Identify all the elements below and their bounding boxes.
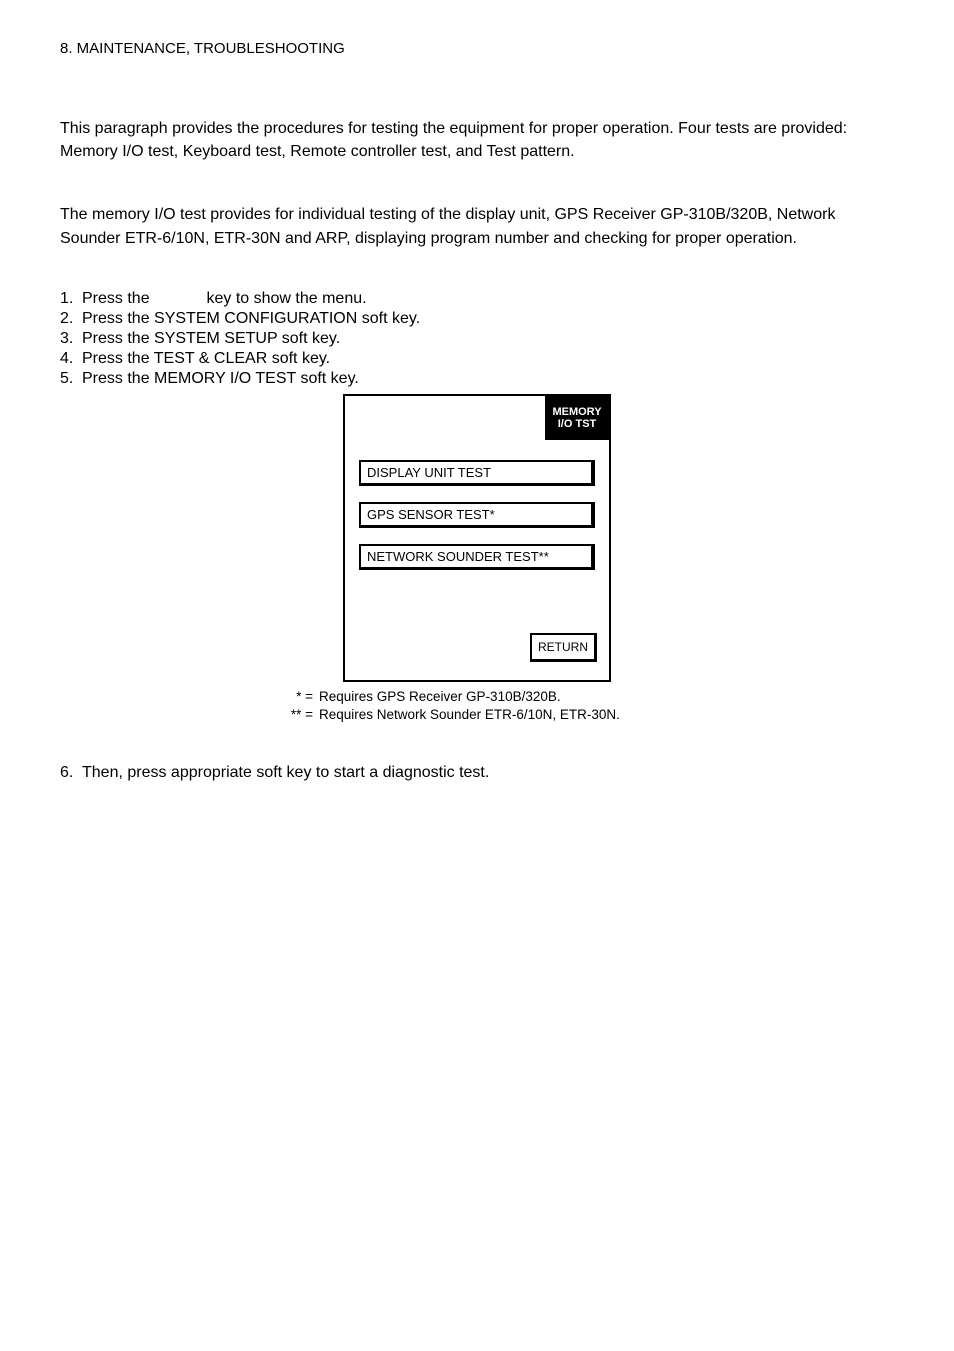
softkey-network-sounder-test[interactable]: NETWORK SOUNDER TEST** — [359, 544, 595, 570]
step-text: Press the SYSTEM SETUP soft key. — [82, 330, 340, 347]
step-text-pre: Press the — [82, 290, 154, 307]
list-item: 1.Press the key to show the menu. — [60, 290, 894, 308]
intro-paragraph: This paragraph provides the procedures f… — [60, 117, 894, 163]
footnote-text: Requires GPS Receiver GP-310B/320B. — [319, 688, 561, 706]
softkey-display-unit-test[interactable]: DISPLAY UNIT TEST — [359, 460, 595, 486]
footnote-symbol: ** = — [267, 706, 319, 724]
step-list: 1.Press the key to show the menu. 2.Pres… — [60, 290, 894, 388]
list-item: 2.Press the SYSTEM CONFIGURATION soft ke… — [60, 310, 894, 328]
step-text: Press the TEST & CLEAR soft key. — [82, 350, 330, 367]
step-number: 1. — [60, 290, 82, 308]
step-number: 3. — [60, 330, 82, 348]
footnote-row: * = Requires GPS Receiver GP-310B/320B. — [267, 688, 687, 706]
memio-paragraph: The memory I/O test provides for individ… — [60, 203, 894, 249]
title-line-1: MEMORY — [552, 406, 601, 418]
return-button[interactable]: RETURN — [530, 633, 597, 662]
return-area: RETURN — [345, 570, 609, 680]
closing-text: Then, press appropriate soft key to star… — [82, 764, 489, 781]
page-header: 8. MAINTENANCE, TROUBLESHOOTING — [60, 40, 894, 57]
title-line-2: I/O TST — [552, 418, 601, 430]
step-number: 2. — [60, 310, 82, 328]
footnote-symbol: * = — [267, 688, 319, 706]
title-row: MEMORY I/O TST — [345, 396, 609, 440]
device-screen: MEMORY I/O TST DISPLAY UNIT TEST GPS SEN… — [343, 394, 611, 682]
list-item: 3.Press the SYSTEM SETUP soft key. — [60, 330, 894, 348]
step-text: Press the MEMORY I/O TEST soft key. — [82, 370, 359, 387]
step-number: 6. — [60, 764, 82, 782]
list-item: 4.Press the TEST & CLEAR soft key. — [60, 350, 894, 368]
step-text: Press the SYSTEM CONFIGURATION soft key. — [82, 310, 420, 327]
step-number: 4. — [60, 350, 82, 368]
step-text-post: key to show the menu. — [202, 290, 367, 307]
step-number: 5. — [60, 370, 82, 388]
closing-step: 6.Then, press appropriate soft key to st… — [60, 764, 894, 782]
softkey-gps-sensor-test[interactable]: GPS SENSOR TEST* — [359, 502, 595, 528]
list-item: 5.Press the MEMORY I/O TEST soft key. — [60, 370, 894, 388]
screen-title-tab: MEMORY I/O TST — [545, 396, 609, 440]
footnote-row: ** = Requires Network Sounder ETR-6/10N,… — [267, 706, 687, 724]
footnotes: * = Requires GPS Receiver GP-310B/320B. … — [267, 688, 687, 724]
footnote-text: Requires Network Sounder ETR-6/10N, ETR-… — [319, 706, 620, 724]
